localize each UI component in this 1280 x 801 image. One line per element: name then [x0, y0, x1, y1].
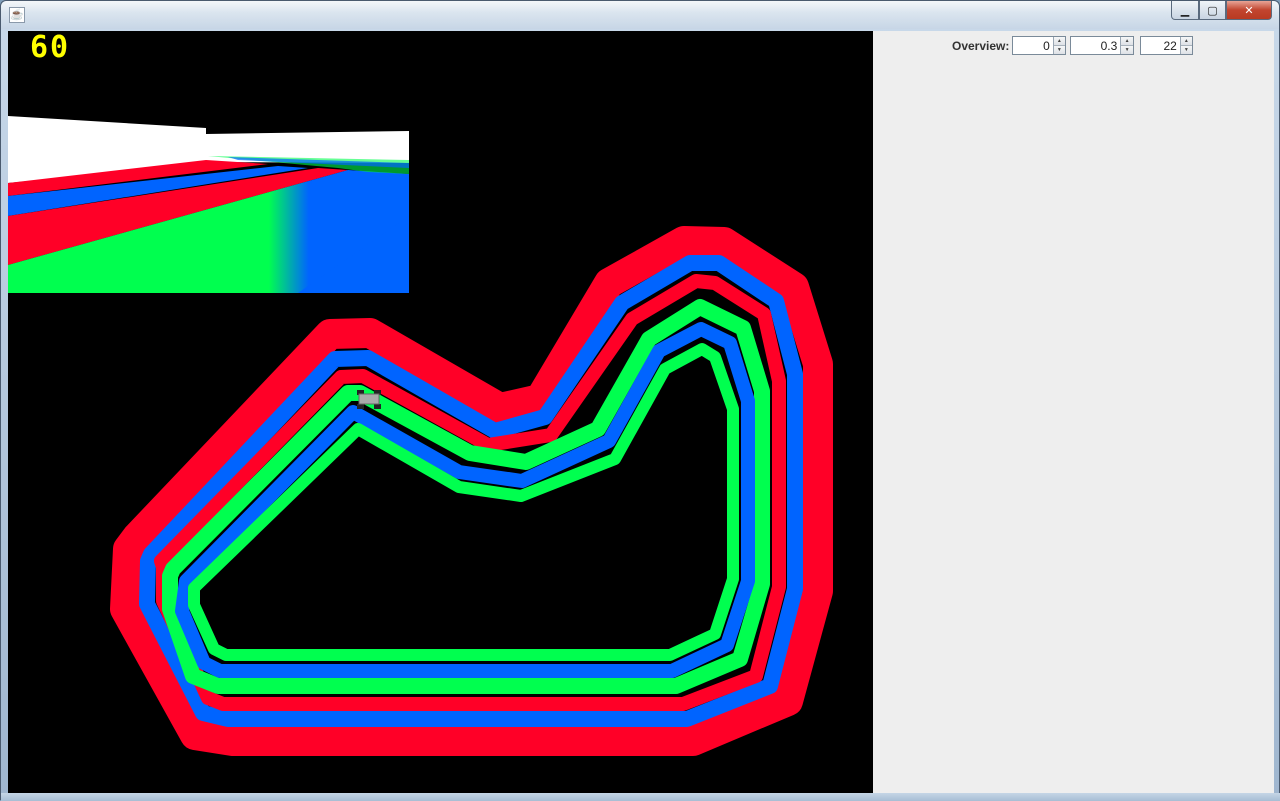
- overview-spinner-3-input[interactable]: [1141, 37, 1180, 54]
- java-app-icon[interactable]: ☕: [9, 7, 25, 23]
- overview-spinner-2-input[interactable]: [1071, 37, 1121, 54]
- spinner-down-arrow-icon[interactable]: ▼: [1121, 46, 1133, 54]
- close-button[interactable]: ✕: [1226, 1, 1272, 20]
- overview-spinner-1[interactable]: ▲ ▼: [1012, 36, 1066, 55]
- game-canvas[interactable]: 60: [8, 31, 873, 793]
- spinner-up-arrow-icon[interactable]: ▲: [1180, 37, 1192, 46]
- spinner-down-arrow-icon[interactable]: ▼: [1180, 46, 1192, 54]
- fps-counter: 60: [30, 31, 71, 65]
- settings-panel: Overview: ▲ ▼ ▲ ▼ ▲ ▼: [873, 31, 1274, 793]
- overview-spinner-1-input[interactable]: [1013, 37, 1053, 54]
- spinner-up-arrow-icon[interactable]: ▲: [1121, 37, 1133, 46]
- app-window: ☕ ▁ ▢ ✕ 60 Overview: 0 ▲ ▼ 0.3 ▲ ▼ 22 ▲ …: [0, 0, 1280, 801]
- spinner-up-arrow-icon[interactable]: ▲: [1053, 37, 1065, 46]
- overview-label: Overview:: [952, 39, 1010, 53]
- minimize-button[interactable]: ▁: [1171, 1, 1199, 20]
- overview-spinner-2[interactable]: ▲ ▼: [1070, 36, 1134, 55]
- driver-3d-view: [8, 116, 409, 293]
- title-bar[interactable]: ☕ ▁ ▢ ✕: [1, 1, 1279, 29]
- overview-spinner-3[interactable]: ▲ ▼: [1140, 36, 1193, 55]
- maximize-button[interactable]: ▢: [1199, 1, 1226, 20]
- spinner-down-arrow-icon[interactable]: ▼: [1053, 46, 1065, 54]
